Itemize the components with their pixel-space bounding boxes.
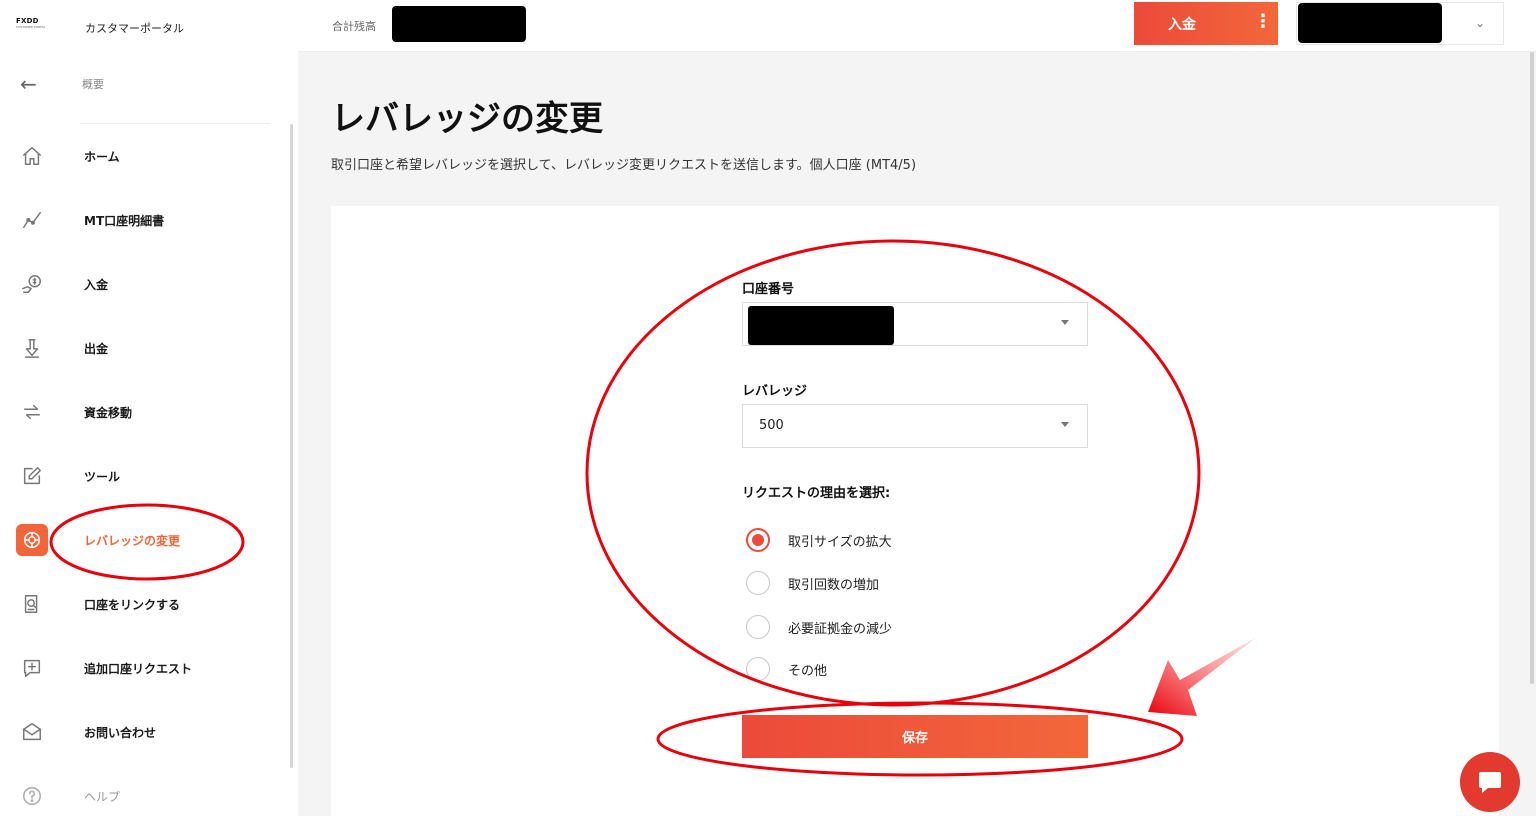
sidebar-nav: ホーム MT口座明細書 入金 出金 資金移動 ツール レバレッジの変更 口座をリ… — [0, 124, 290, 816]
sidebar-item-contact[interactable]: お問い合わせ — [0, 700, 290, 764]
sidebar-item-label: 口座をリンクする — [84, 597, 181, 612]
mail-icon — [16, 716, 48, 748]
radio-label: その他 — [788, 663, 828, 679]
sidebar-item-tools[interactable]: ツール — [0, 444, 290, 508]
page-title: レバレッジの変更 — [331, 99, 603, 139]
home-icon — [16, 140, 48, 172]
sidebar-item-label: お問い合わせ — [84, 725, 157, 740]
sidebar-item-leverage[interactable]: レバレッジの変更 — [0, 508, 290, 572]
sidebar-item-link-account[interactable]: 口座をリンクする — [0, 572, 290, 636]
radio-label: 取引回数の増加 — [788, 577, 880, 593]
withdraw-icon — [16, 332, 48, 364]
sidebar-item-label: レバレッジの変更 — [84, 533, 181, 548]
top-header: 合計残高 入金 ⋮ ⌄ — [298, 0, 1536, 52]
sidebar-item-statements[interactable]: MT口座明細書 — [0, 188, 290, 252]
help-icon — [16, 780, 48, 812]
logo-sub: CUSTOMER PORTAL — [16, 25, 46, 29]
leverage-select[interactable]: 500 — [742, 404, 1088, 448]
edit-icon — [16, 460, 48, 492]
radio-button[interactable] — [746, 571, 770, 595]
radio-label: 必要証拠金の減少 — [788, 621, 893, 637]
sidebar-item-label: 入金 — [84, 277, 109, 292]
page-description: 取引口座と希望レバレッジを選択して、レバレッジ変更リクエストを送信します。個人口… — [331, 158, 917, 173]
reason-option-other[interactable]: その他 — [746, 656, 827, 682]
reason-label: リクエストの理由を選択: — [742, 486, 891, 501]
reason-option-size[interactable]: 取引サイズの拡大 — [746, 527, 892, 553]
logo-brand: FXDD — [16, 17, 39, 25]
sidebar-item-deposit[interactable]: 入金 — [0, 252, 290, 316]
link-doc-icon — [16, 588, 48, 620]
reason-option-frequency[interactable]: 取引回数の増加 — [746, 570, 879, 596]
portal-name: カスタマーポータル — [85, 22, 184, 35]
account-number-select[interactable] — [742, 302, 1088, 346]
balance-label: 合計残高 — [332, 20, 376, 33]
sidebar-item-label: ヘルプ — [84, 789, 121, 804]
sidebar-item-label: MT口座明細書 — [84, 213, 165, 228]
sidebar-item-withdraw[interactable]: 出金 — [0, 316, 290, 380]
overview-link[interactable]: 概要 — [82, 76, 104, 92]
sidebar-item-add-account[interactable]: 追加口座リクエスト — [0, 636, 290, 700]
save-button[interactable]: 保存 — [742, 715, 1088, 758]
sidebar-item-transfer[interactable]: 資金移動 — [0, 380, 290, 444]
account-name-redacted — [1298, 3, 1442, 43]
radio-label: 取引サイズの拡大 — [788, 534, 892, 550]
deposit-button-label: 入金 — [1168, 17, 1196, 33]
sidebar-scrollbar[interactable] — [290, 124, 293, 768]
account-number-redacted — [748, 306, 894, 345]
sidebar: FXDD CUSTOMER PORTAL カスタマーポータル ← 概要 ホーム … — [0, 0, 298, 816]
lifebuoy-icon — [16, 524, 48, 556]
sidebar-item-label: 追加口座リクエスト — [84, 661, 193, 676]
radio-button-selected[interactable] — [746, 528, 770, 552]
sidebar-item-label: ツール — [84, 469, 121, 484]
back-arrow-icon[interactable]: ← — [20, 74, 37, 94]
radio-button[interactable] — [746, 615, 770, 639]
leverage-label: レバレッジ — [742, 384, 808, 399]
sidebar-item-label: ホーム — [84, 149, 120, 164]
sidebar-item-home[interactable]: ホーム — [0, 124, 290, 188]
balance-value-redacted — [392, 6, 526, 42]
chat-bubble-icon — [1479, 772, 1501, 793]
caret-down-icon — [1061, 422, 1069, 427]
kebab-menu-icon[interactable]: ⋮ — [1254, 12, 1272, 32]
sidebar-item-label: 出金 — [84, 341, 109, 356]
transfer-icon — [16, 396, 48, 428]
add-chat-icon — [16, 652, 48, 684]
caret-down-icon — [1061, 320, 1069, 325]
account-number-label: 口座番号 — [742, 282, 795, 297]
deposit-button[interactable]: 入金 ⋮ — [1134, 2, 1278, 45]
logo[interactable]: FXDD CUSTOMER PORTAL — [16, 17, 46, 29]
leverage-value: 500 — [759, 418, 784, 433]
main-scrollbar[interactable] — [1530, 52, 1534, 684]
chart-line-icon — [16, 204, 48, 236]
account-selector[interactable]: ⌄ — [1296, 2, 1504, 45]
sidebar-item-label: 資金移動 — [84, 405, 133, 420]
reason-option-margin[interactable]: 必要証拠金の減少 — [746, 614, 892, 640]
chevron-down-icon: ⌄ — [1474, 16, 1485, 30]
chat-button[interactable] — [1460, 752, 1520, 812]
radio-button[interactable] — [746, 657, 770, 681]
deposit-icon — [16, 268, 48, 300]
sidebar-item-help[interactable]: ヘルプ — [0, 764, 290, 816]
